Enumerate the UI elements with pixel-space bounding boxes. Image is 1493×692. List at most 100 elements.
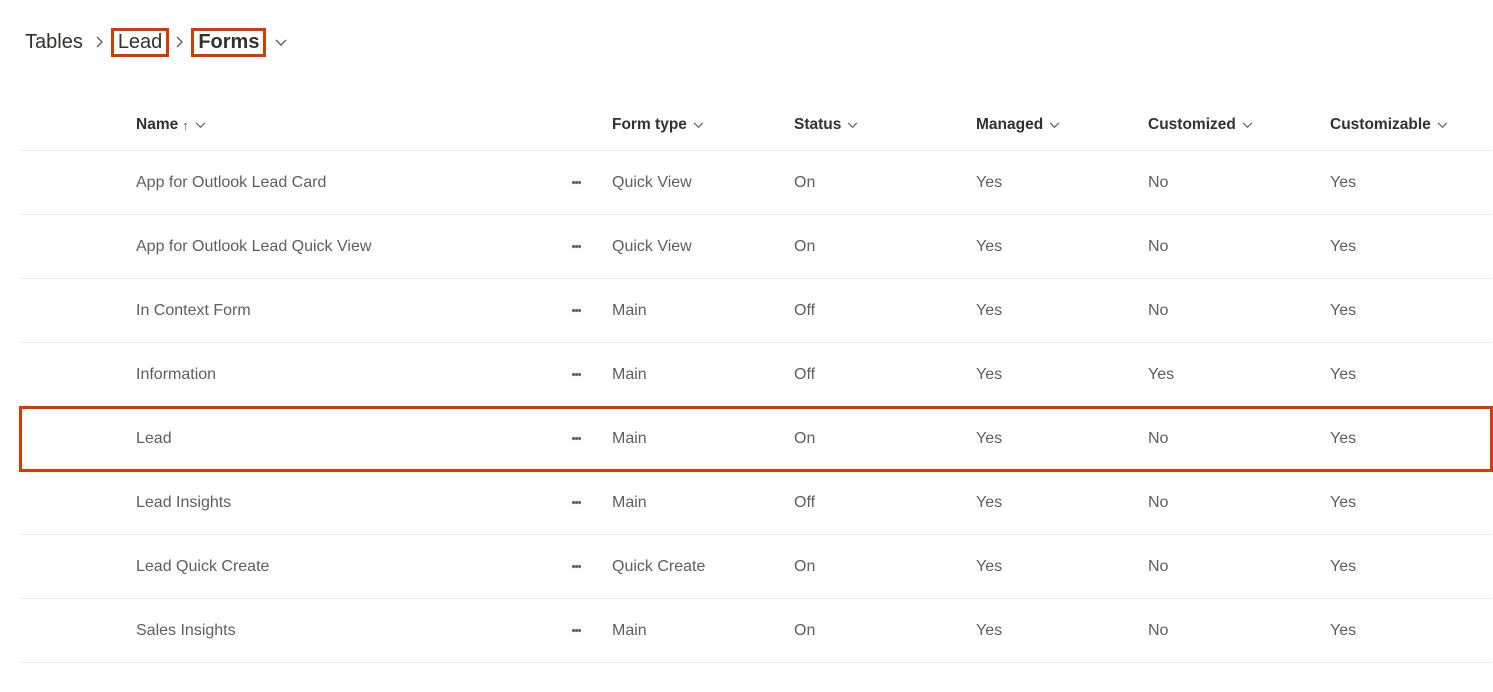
column-header-label: Name (136, 116, 178, 134)
table-row[interactable]: App for Outlook Lead Quick ViewQuick Vie… (20, 215, 1492, 279)
status-cell: Off (786, 343, 968, 407)
form-type-cell: Main (604, 279, 786, 343)
chevron-down-icon (1242, 118, 1253, 132)
more-vertical-icon[interactable] (556, 243, 596, 250)
more-vertical-icon[interactable] (556, 627, 596, 634)
column-header-managed[interactable]: Managed (976, 116, 1060, 134)
column-header-status[interactable]: Status (794, 116, 858, 134)
table-row[interactable]: App for Outlook Lead CardQuick ViewOnYes… (20, 151, 1492, 215)
more-vertical-icon[interactable] (556, 563, 596, 570)
form-type-cell: Quick Create (604, 535, 786, 599)
customized-cell: No (1140, 407, 1322, 471)
row-actions-cell (548, 215, 604, 279)
table-row[interactable]: InformationMainOffYesYesYes (20, 343, 1492, 407)
table-header-row: Name ↑ Form type Status (20, 100, 1492, 151)
customizable-cell: Yes (1322, 471, 1492, 535)
column-header-label: Customized (1148, 116, 1236, 134)
row-spacer (20, 407, 128, 471)
more-vertical-icon[interactable] (556, 371, 596, 378)
status-cell: On (786, 215, 968, 279)
table-row[interactable]: Lead Quick CreateQuick CreateOnYesNoYes (20, 535, 1492, 599)
status-cell: On (786, 407, 968, 471)
managed-cell: Yes (968, 599, 1140, 663)
form-type-cell: Main (604, 599, 786, 663)
more-vertical-icon[interactable] (556, 307, 596, 314)
customizable-cell: Yes (1322, 215, 1492, 279)
table-row[interactable]: In Context FormMainOffYesNoYes (20, 279, 1492, 343)
table-row[interactable]: Sales InsightsMainOnYesNoYes (20, 599, 1492, 663)
header-menu-spacer (548, 100, 604, 151)
form-name-cell[interactable]: Lead Quick Create (128, 535, 548, 599)
customized-cell: Yes (1140, 343, 1322, 407)
row-actions-cell (548, 599, 604, 663)
column-header-customized[interactable]: Customized (1148, 116, 1253, 134)
customized-cell: No (1140, 535, 1322, 599)
customized-cell: No (1140, 471, 1322, 535)
form-name-cell[interactable]: App for Outlook Lead Card (128, 151, 548, 215)
form-name-cell[interactable]: Lead (128, 407, 548, 471)
row-spacer (20, 215, 128, 279)
customizable-cell: Yes (1322, 279, 1492, 343)
row-actions-cell (548, 535, 604, 599)
managed-cell: Yes (968, 407, 1140, 471)
status-cell: On (786, 535, 968, 599)
row-actions-cell (548, 279, 604, 343)
chevron-down-icon (1437, 118, 1448, 132)
row-spacer (20, 471, 128, 535)
chevron-down-icon (195, 118, 206, 132)
form-name-cell[interactable]: App for Outlook Lead Quick View (128, 215, 548, 279)
table-row[interactable]: LeadMainOnYesNoYes (20, 407, 1492, 471)
managed-cell: Yes (968, 215, 1140, 279)
row-spacer (20, 599, 128, 663)
chevron-down-icon (693, 118, 704, 132)
column-header-name[interactable]: Name ↑ (136, 116, 206, 134)
chevron-right-icon (176, 35, 184, 51)
row-actions-cell (548, 407, 604, 471)
customizable-cell: Yes (1322, 151, 1492, 215)
form-name-cell[interactable]: In Context Form (128, 279, 548, 343)
managed-cell: Yes (968, 471, 1140, 535)
column-header-label: Status (794, 116, 841, 134)
managed-cell: Yes (968, 151, 1140, 215)
column-header-label: Managed (976, 116, 1043, 134)
breadcrumb-forms[interactable]: Forms (194, 31, 263, 54)
customized-cell: No (1140, 151, 1322, 215)
form-type-cell: Main (604, 343, 786, 407)
form-name-cell[interactable]: Information (128, 343, 548, 407)
row-spacer (20, 279, 128, 343)
row-spacer (20, 343, 128, 407)
row-actions-cell (548, 151, 604, 215)
status-cell: On (786, 599, 968, 663)
managed-cell: Yes (968, 279, 1140, 343)
column-header-customizable[interactable]: Customizable (1330, 116, 1448, 134)
customized-cell: No (1140, 279, 1322, 343)
customizable-cell: Yes (1322, 599, 1492, 663)
form-name-cell[interactable]: Sales Insights (128, 599, 548, 663)
breadcrumb-lead[interactable]: Lead (114, 31, 167, 54)
status-cell: Off (786, 279, 968, 343)
chevron-down-icon[interactable] (275, 36, 287, 50)
more-vertical-icon[interactable] (556, 179, 596, 186)
form-name-cell[interactable]: Lead Insights (128, 471, 548, 535)
customized-cell: No (1140, 215, 1322, 279)
form-type-cell: Main (604, 407, 786, 471)
breadcrumb-tables[interactable]: Tables (22, 30, 86, 55)
column-header-label: Form type (612, 116, 687, 134)
status-cell: On (786, 151, 968, 215)
column-header-label: Customizable (1330, 116, 1431, 134)
breadcrumb: Tables Lead Forms (20, 30, 1473, 55)
row-spacer (20, 535, 128, 599)
chevron-down-icon (1049, 118, 1060, 132)
chevron-down-icon (847, 118, 858, 132)
column-header-formtype[interactable]: Form type (612, 116, 704, 134)
more-vertical-icon[interactable] (556, 435, 596, 442)
chevron-right-icon (96, 35, 104, 51)
customizable-cell: Yes (1322, 343, 1492, 407)
more-vertical-icon[interactable] (556, 499, 596, 506)
form-type-cell: Main (604, 471, 786, 535)
status-cell: Off (786, 471, 968, 535)
sort-ascending-icon: ↑ (182, 118, 189, 133)
table-row[interactable]: Lead InsightsMainOffYesNoYes (20, 471, 1492, 535)
managed-cell: Yes (968, 535, 1140, 599)
form-type-cell: Quick View (604, 151, 786, 215)
